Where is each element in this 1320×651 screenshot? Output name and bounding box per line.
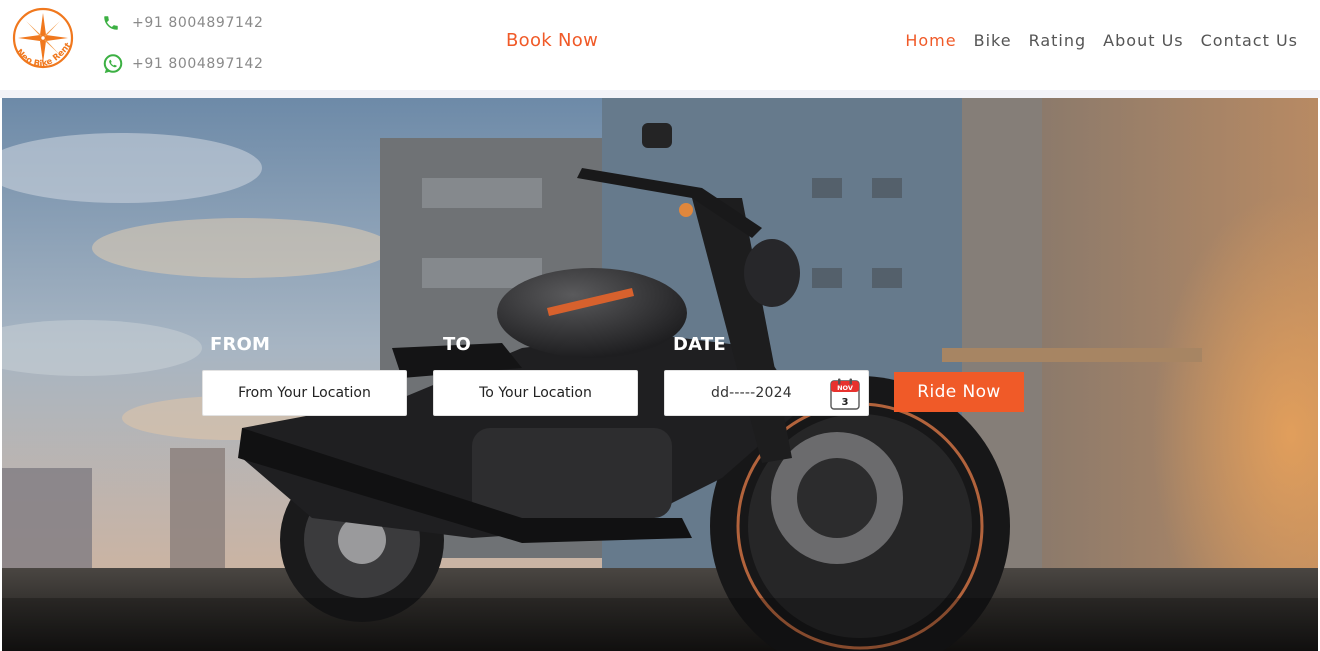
- from-field: [202, 370, 407, 416]
- header-divider: [0, 90, 1320, 98]
- nav-bike[interactable]: Bike: [974, 31, 1012, 50]
- calendar-day: 3: [842, 397, 849, 408]
- from-location-input[interactable]: [203, 371, 406, 415]
- phone-number: +91 8004897142: [132, 15, 264, 31]
- from-label: FROM: [210, 334, 271, 355]
- nav-home[interactable]: Home: [905, 31, 956, 50]
- date-value: dd-----2024: [711, 385, 792, 401]
- hero-section: FROM TO DATE dd-----2024 NOV 3 Ride Now: [2, 98, 1318, 651]
- date-input[interactable]: dd-----2024 NOV 3: [664, 370, 869, 416]
- date-label: DATE: [673, 334, 726, 355]
- ride-now-button[interactable]: Ride Now: [894, 372, 1024, 412]
- to-label: TO: [443, 334, 471, 355]
- phone-contact[interactable]: +91 8004897142: [102, 12, 263, 34]
- book-now-link[interactable]: Book Now: [506, 30, 598, 51]
- nav-about-us[interactable]: About Us: [1103, 31, 1183, 50]
- contact-info: +91 8004897142 +91 8004897142: [102, 12, 263, 75]
- to-field: [433, 370, 638, 416]
- whatsapp-icon: [102, 53, 126, 75]
- calendar-month: NOV: [837, 384, 853, 392]
- phone-icon: [102, 12, 126, 34]
- to-location-input[interactable]: [434, 371, 637, 415]
- whatsapp-contact[interactable]: +91 8004897142: [102, 53, 263, 75]
- calendar-icon[interactable]: NOV 3: [830, 378, 860, 410]
- whatsapp-number: +91 8004897142: [132, 56, 264, 72]
- site-header: Neo Bike Rental +91 8004897142 +91 80048…: [0, 0, 1320, 90]
- hero-background-image: [2, 98, 1318, 651]
- nav-contact-us[interactable]: Contact Us: [1201, 31, 1298, 50]
- brand-logo[interactable]: Neo Bike Rental: [7, 0, 78, 76]
- compass-logo-icon: Neo Bike Rental: [7, 0, 73, 69]
- main-nav: Home Bike Rating About Us Contact Us: [905, 31, 1298, 50]
- nav-rating[interactable]: Rating: [1029, 31, 1087, 50]
